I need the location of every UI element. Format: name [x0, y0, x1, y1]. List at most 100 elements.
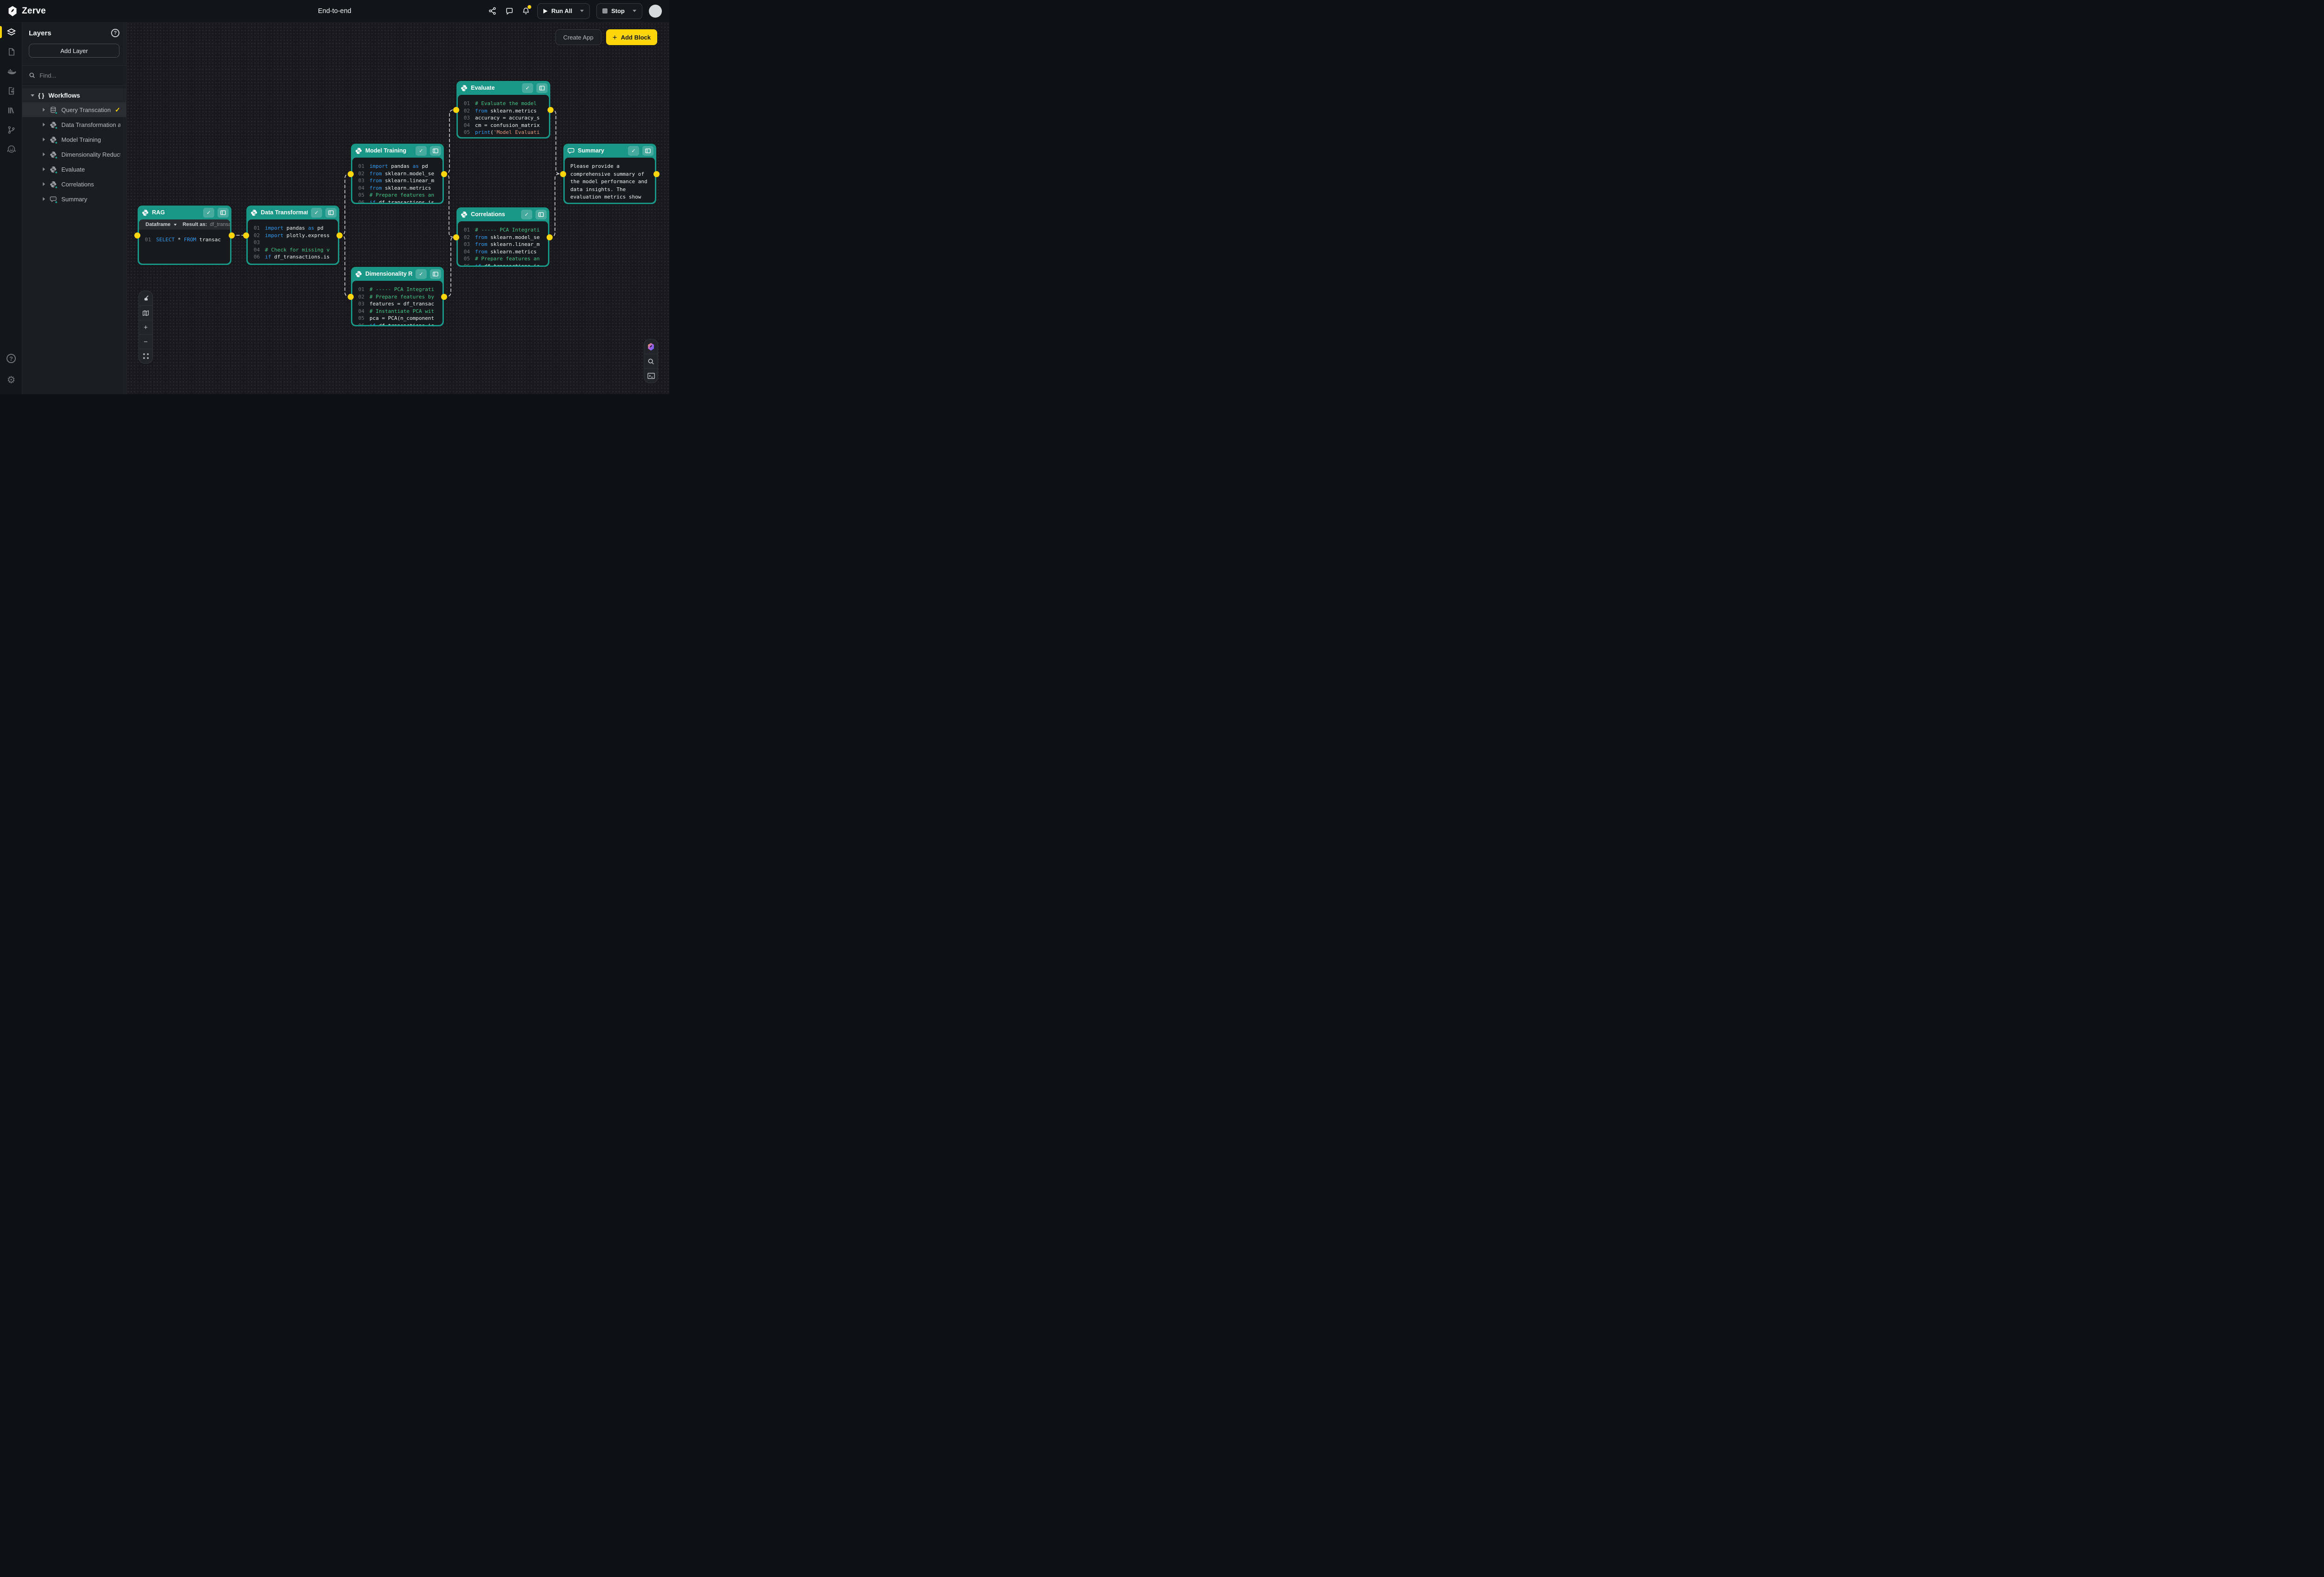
block-panel-button[interactable]: [535, 210, 547, 219]
wire-dimensionality-to-correlations: [444, 237, 456, 297]
expand-caret-icon[interactable]: [43, 152, 45, 156]
rail-docker-icon[interactable]: [0, 61, 22, 81]
rail-help-icon[interactable]: ?: [0, 349, 22, 368]
collapse-caret-icon[interactable]: [31, 94, 34, 97]
block-check-button[interactable]: ✓: [416, 146, 427, 156]
input-port[interactable]: [348, 294, 354, 300]
expand-caret-icon[interactable]: [43, 182, 45, 186]
status-dot: [55, 126, 58, 129]
input-port[interactable]: [453, 107, 459, 113]
code-line: 01import pandas as pd: [248, 225, 338, 232]
block-check-button[interactable]: ✓: [311, 208, 322, 218]
avatar[interactable]: [649, 5, 662, 18]
zerve-assistant-button[interactable]: [644, 339, 658, 354]
code-line: 06if df_transactions.is: [458, 136, 549, 138]
block-title: RAG: [152, 209, 200, 216]
block-data-transformation[interactable]: Data Transformation... ✓ 01import pandas…: [246, 205, 339, 265]
output-port[interactable]: [441, 294, 447, 300]
code-line: 03: [248, 239, 338, 246]
expand-caret-icon[interactable]: [43, 123, 45, 126]
comments-icon[interactable]: [504, 6, 514, 16]
dataframe-mode-label[interactable]: Dataframe: [145, 222, 171, 227]
add-layer-button[interactable]: Add Layer: [29, 44, 119, 58]
zoom-out-button[interactable]: −: [139, 334, 152, 349]
block-check-button[interactable]: ✓: [521, 210, 532, 219]
run-all-caret-icon[interactable]: [580, 10, 584, 12]
brand-name: Zerve: [22, 6, 46, 16]
block-check-button[interactable]: ✓: [522, 83, 533, 93]
wire-evaluate-to-summary: [550, 110, 563, 174]
sidebar-item-evaluate[interactable]: Evaluate: [22, 162, 126, 177]
add-block-button[interactable]: + Add Block: [606, 29, 657, 45]
expand-caret-icon[interactable]: [43, 138, 45, 141]
wire-correlations-to-summary: [549, 174, 563, 237]
block-summary[interactable]: Summary ✓ Please provide a comprehensive…: [563, 144, 656, 204]
canvas-search-button[interactable]: [644, 354, 658, 368]
block-correlations[interactable]: Correlations ✓ 01# ----- PCA Integrati02…: [456, 207, 549, 267]
block-evaluate[interactable]: Evaluate ✓ 01# Evaluate the model02from …: [456, 81, 550, 139]
output-port[interactable]: [441, 171, 447, 177]
block-panel-button[interactable]: [536, 83, 548, 93]
block-panel-button[interactable]: [325, 208, 337, 218]
output-port[interactable]: [654, 171, 660, 177]
block-panel-button[interactable]: [218, 208, 229, 218]
input-port[interactable]: [453, 234, 459, 240]
expand-caret-icon[interactable]: [43, 167, 45, 171]
rail-settings-icon[interactable]: ⚙: [0, 370, 22, 390]
share-icon[interactable]: [487, 6, 497, 16]
output-port[interactable]: [548, 107, 554, 113]
terminal-button[interactable]: [644, 368, 658, 383]
output-port[interactable]: [337, 232, 343, 239]
rail-files-icon[interactable]: [0, 42, 22, 61]
sidebar-item-summary[interactable]: Summary: [22, 192, 126, 206]
sidebar-item-correlations[interactable]: Correlations: [22, 177, 126, 192]
input-port[interactable]: [560, 171, 566, 177]
run-all-button[interactable]: Run All: [537, 3, 590, 19]
rag-result-bar[interactable]: Dataframe Result as: df_transactio: [139, 219, 230, 230]
zoom-in-button[interactable]: +: [139, 320, 152, 334]
block-model-training[interactable]: Model Training ✓ 01import pandas as pd02…: [351, 144, 444, 204]
workflow-canvas[interactable]: Create App + Add Block Evaluate ✓ 01# Ev…: [126, 22, 669, 394]
block-dimensionality-reduction[interactable]: Dimensionality Redu... ✓ 01# ----- PCA I…: [351, 267, 444, 326]
block-check-button[interactable]: ✓: [416, 269, 427, 279]
input-port[interactable]: [348, 171, 354, 177]
block-panel-button[interactable]: [430, 146, 441, 156]
expand-caret-icon[interactable]: [43, 197, 45, 201]
result-as-value[interactable]: df_transactio: [210, 222, 230, 227]
fit-view-button[interactable]: [139, 349, 152, 363]
brand[interactable]: Zerve: [0, 6, 46, 17]
block-panel-button[interactable]: [642, 146, 654, 156]
block-rag[interactable]: RAG ✓ Dataframe Result as: df_transactio…: [138, 205, 231, 265]
input-port[interactable]: [243, 232, 249, 239]
block-check-button[interactable]: ✓: [628, 146, 639, 156]
input-port[interactable]: [134, 232, 140, 239]
block-panel-button[interactable]: [430, 269, 441, 279]
minimap-button[interactable]: [139, 305, 152, 320]
stop-caret-icon[interactable]: [633, 10, 636, 12]
find-bar: [22, 65, 126, 86]
chat-icon: [568, 147, 574, 154]
zerve-logo-icon: [7, 6, 18, 17]
sidebar-item-data-transformation-a[interactable]: Data Transformation a...: [22, 117, 126, 132]
sidebar-item-label: Evaluate: [61, 166, 120, 173]
sidebar-item-query-transcation[interactable]: Query Transcation...✓: [22, 102, 126, 117]
notifications-icon[interactable]: [521, 6, 531, 16]
tree-root-workflows[interactable]: { } Workflows: [22, 88, 126, 102]
cleanup-tool-button[interactable]: [139, 291, 152, 305]
output-port[interactable]: [547, 234, 553, 240]
dataframe-caret-icon[interactable]: [174, 224, 177, 225]
create-app-button[interactable]: Create App: [555, 29, 601, 45]
rail-layers-icon[interactable]: [0, 22, 22, 42]
find-input[interactable]: [40, 72, 109, 79]
block-check-button[interactable]: ✓: [203, 208, 214, 218]
rail-library-icon[interactable]: [0, 100, 22, 120]
rail-git-branch-icon[interactable]: [0, 120, 22, 139]
sidebar-item-model-training[interactable]: Model Training: [22, 132, 126, 147]
rail-huggingface-icon[interactable]: [0, 139, 22, 159]
rail-import-icon[interactable]: [0, 81, 22, 100]
output-port[interactable]: [229, 232, 235, 239]
stop-button[interactable]: Stop: [596, 3, 642, 19]
sidebar-item-dimensionality-reduct[interactable]: Dimensionality Reduct...: [22, 147, 126, 162]
layers-help-icon[interactable]: ?: [111, 29, 119, 37]
expand-caret-icon[interactable]: [43, 108, 45, 112]
